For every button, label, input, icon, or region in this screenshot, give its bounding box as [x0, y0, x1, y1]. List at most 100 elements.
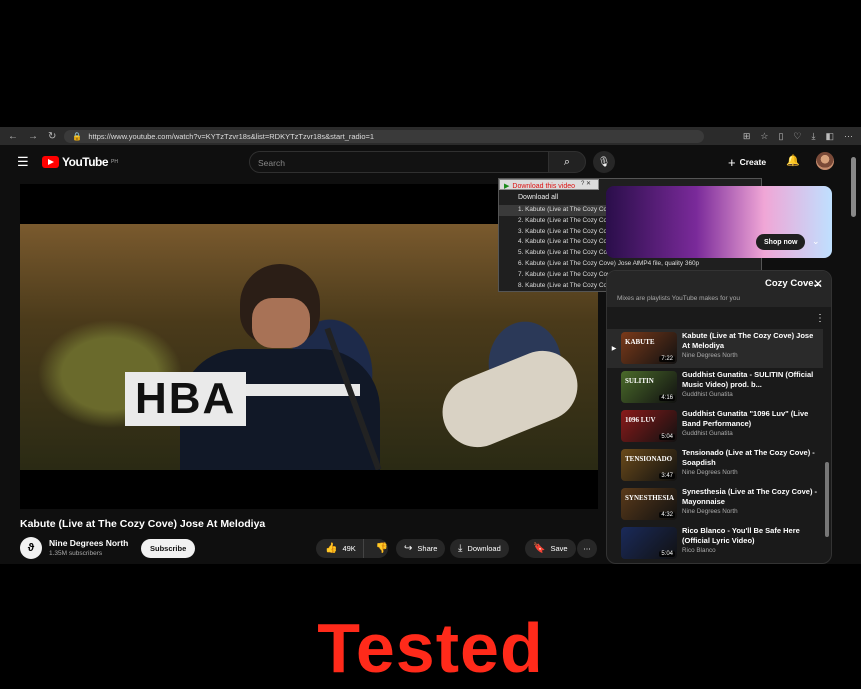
plus-icon: + [728, 154, 736, 170]
playlist-item[interactable]: TENSIONADO 3:47 Tensionado (Live at The Co… [607, 446, 823, 485]
search-icon: ⌕ [563, 155, 571, 168]
ad-banner[interactable]: Shop now ⌄ [606, 186, 832, 258]
url-text: https://www.youtube.com/watch?v=KYTzTzvr… [88, 131, 375, 141]
bookmark-icon: 🔖 [533, 543, 546, 554]
reload-icon[interactable]: ↻ [48, 131, 56, 142]
now-playing-icon: ▶ [611, 346, 617, 352]
playlist-item-text: Kabute (Live at The Cozy Cove) Jose At M… [682, 329, 822, 368]
thumbs-down-icon: 👎 [375, 543, 389, 554]
playlist-item-title: Tensionado (Live at The Cozy Cove) - Soa… [682, 448, 815, 467]
playlist-index [607, 407, 621, 446]
caption-text: Tested [317, 609, 544, 687]
right-column: Shop now ⌄ Cozy Cove... Mixes are playli… [606, 184, 832, 564]
mix-playlist-panel: Cozy Cove... Mixes are playlists YouTube… [606, 270, 832, 564]
duration-badge: 3:47 [659, 473, 675, 479]
create-button[interactable]: + Create [728, 154, 766, 170]
bass-guitar-image [431, 340, 589, 458]
playlist-thumbnail[interactable]: 5:04 [621, 527, 677, 559]
duration-badge: 4:16 [659, 395, 675, 401]
favorites-icon[interactable]: ♡ [793, 131, 801, 142]
download-all-button[interactable]: Download all [518, 194, 558, 201]
youtube-header: ☰ YouTube PH Search ⌕ 🎙 + Create 🔔 [0, 145, 861, 179]
duration-badge: 7:22 [659, 356, 675, 362]
singer-image [180, 264, 380, 470]
playlist-thumbnail[interactable]: TENSIONADO 3:47 [621, 449, 677, 481]
thumbnail-caption: SYNESTHESIA [625, 494, 675, 502]
playlist-thumbnail[interactable]: SULITIN 4:16 [621, 371, 677, 403]
playlist-item-title: Kabute (Live at The Cozy Cove) Jose At M… [682, 331, 814, 350]
back-icon[interactable]: ← [8, 131, 18, 142]
forward-icon[interactable]: → [28, 131, 38, 142]
mix-subtitle: Mixes are playlists YouTube makes for yo… [617, 295, 740, 302]
youtube-logo[interactable]: YouTube PH [42, 155, 118, 169]
avatar[interactable] [816, 152, 834, 170]
favorite-icon[interactable]: ☆ [760, 131, 768, 142]
playlist-item[interactable]: 1096 LUV 5:04 Guddhist Gunatita "1096 Luv"… [607, 407, 823, 446]
thumbs-up-icon: 👍 [325, 543, 338, 554]
more-actions-button[interactable]: ⋯ [577, 539, 597, 558]
more-vert-icon[interactable]: ⋮ [815, 313, 825, 324]
like-count: 49K [342, 544, 356, 553]
thumbnail-caption: TENSIONADO [625, 455, 673, 463]
duration-badge: 5:04 [659, 434, 675, 440]
playlist-item-text: Guddhist Gunatita - SULITIN (Official Mu… [682, 368, 822, 407]
extension-icon[interactable]: ◧ [825, 131, 834, 142]
mic-icon: 🎙 [597, 156, 611, 168]
playlist-item-channel: Guddhist Gunatita [682, 391, 733, 398]
playlist-items: ▶ KABUTE 7:22 Kabute (Live at The Cozy Cove… [607, 329, 823, 563]
playlist-item-channel: Rico Blanco [682, 547, 716, 554]
apps-icon[interactable]: ⊞ [743, 131, 751, 142]
notifications-icon[interactable]: 🔔 [786, 154, 800, 167]
playlist-scrollbar[interactable] [825, 462, 829, 537]
channel-row: ϑ Nine Degrees North 1.35M subscribers S… [20, 537, 600, 561]
shop-now-button[interactable]: Shop now [756, 234, 806, 250]
playlist-thumbnail[interactable]: KABUTE 7:22 [621, 332, 677, 364]
search-button[interactable]: ⌕ [548, 151, 586, 173]
page-scrollbar[interactable] [851, 157, 856, 217]
download-arrow-icon: ▶ [504, 183, 510, 190]
subscribe-button[interactable]: Subscribe [141, 539, 196, 558]
panel-controls[interactable]: ? ✕ [581, 180, 591, 187]
chevron-down-icon[interactable]: ⌄ [812, 236, 820, 247]
create-label: Create [739, 157, 767, 167]
search-input[interactable]: Search [249, 151, 549, 173]
browser-toolbar: ← → ↻ 🔒 https://www.youtube.com/watch?v=… [0, 127, 861, 145]
dislike-button[interactable]: 👎 [369, 543, 388, 554]
playlist-item[interactable]: ▶ KABUTE 7:22 Kabute (Live at The Cozy Cove… [607, 329, 823, 368]
downloads-icon[interactable]: ⤓ [812, 131, 816, 142]
playlist-item-channel: Nine Degrees North [682, 508, 738, 515]
playlist-item-text: Guddhist Gunatita "1096 Luv" (Live Band … [682, 407, 822, 446]
voice-search-button[interactable]: 🎙 [593, 151, 615, 173]
playlist-thumbnail[interactable]: SYNESTHESIA 4:32 [621, 488, 677, 520]
thumbnail-caption: SULITIN [625, 377, 654, 385]
playlist-item[interactable]: SULITIN 4:16 Guddhist Gunatita - SULITIN (… [607, 368, 823, 407]
duration-badge: 4:32 [659, 512, 675, 518]
address-bar[interactable]: 🔒 https://www.youtube.com/watch?v=KYTzTz… [64, 129, 705, 143]
download-icon: ⤓ [458, 543, 463, 554]
playlist-item-title: Guddhist Gunatita - SULITIN (Official Mu… [682, 370, 814, 389]
more-icon[interactable]: ⋯ [844, 131, 853, 142]
playlist-item-title: Synesthesia (Live at The Cozy Cove) -May… [682, 487, 818, 506]
playlist-index [607, 446, 621, 485]
share-button[interactable]: ↪ Share [396, 539, 446, 558]
channel-name[interactable]: Nine Degrees North [49, 538, 128, 548]
playlist-index [607, 524, 621, 563]
more-horiz-icon: ⋯ [583, 544, 591, 553]
menu-icon[interactable]: ☰ [17, 154, 31, 170]
save-button[interactable]: 🔖 Save [525, 539, 576, 558]
mix-header: Cozy Cove... Mixes are playlists YouTube… [607, 271, 831, 307]
playlist-thumbnail[interactable]: 1096 LUV 5:04 [621, 410, 677, 442]
split-screen-icon[interactable]: ▯ [778, 131, 783, 142]
close-icon[interactable]: ✕ [813, 277, 823, 291]
channel-avatar[interactable]: ϑ [20, 537, 42, 559]
like-button[interactable]: 👍 49K [316, 539, 364, 558]
playlist-item-title: Guddhist Gunatita "1096 Luv" (Live Band … [682, 409, 809, 428]
playlist-item[interactable]: 5:04 Rico Blanco - You'll Be Safe Here (O… [607, 524, 823, 563]
download-button[interactable]: ⤓ Download [450, 539, 509, 558]
lock-icon: 🔒 [72, 131, 83, 141]
subscriber-count: 1.35M subscribers [49, 550, 103, 557]
playlist-item-channel: Guddhist Gunatita [682, 430, 733, 437]
video-title: Kabute (Live at The Cozy Cove) Jose At M… [20, 518, 266, 530]
playlist-item[interactable]: SYNESTHESIA 4:32 Synesthesia (Live at The … [607, 485, 823, 524]
playlist-item-text: Rico Blanco - You'll Be Safe Here (Offic… [682, 524, 822, 563]
